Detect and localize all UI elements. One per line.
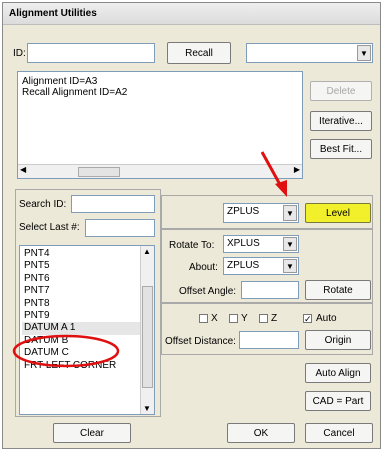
red-arrow-icon [260,151,287,197]
red-circle-highlight [12,334,120,368]
annotation-overlay [12,151,287,368]
